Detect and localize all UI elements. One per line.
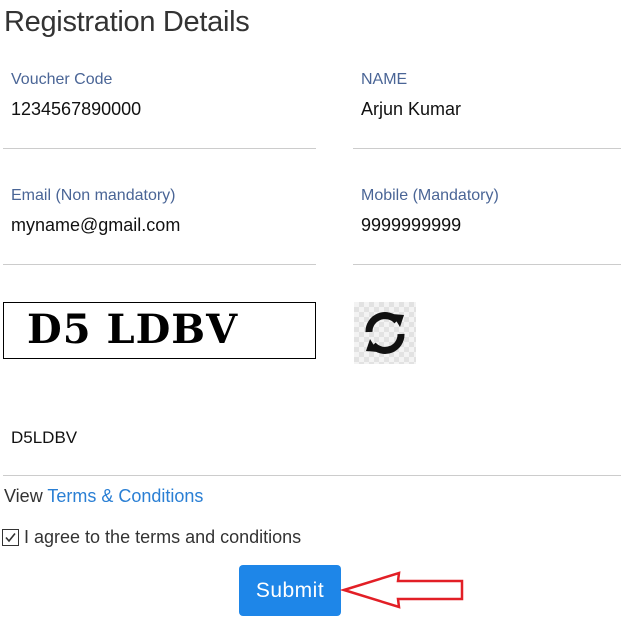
captcha-image-text: D5 LDBV — [27, 306, 239, 353]
refresh-captcha-button[interactable] — [354, 302, 416, 364]
agree-label: I agree to the terms and conditions — [24, 527, 302, 547]
email-underline — [3, 264, 316, 265]
name-field[interactable]: NAME Arjun Kumar — [353, 71, 621, 151]
name-label: NAME — [361, 71, 408, 88]
agree-terms-row[interactable]: I agree to the terms and conditions — [2, 527, 301, 548]
name-input[interactable]: Arjun Kumar — [361, 99, 461, 120]
captcha-image: D5 LDBV — [3, 302, 316, 359]
refresh-icon — [365, 312, 405, 354]
email-field[interactable]: Email (Non mandatory) myname@gmail.com — [3, 187, 316, 267]
arrow-annotation-icon — [340, 571, 464, 609]
captcha-answer-field[interactable]: D5LDBV — [3, 425, 621, 476]
page-title: Registration Details — [4, 6, 250, 38]
terms-row: View Terms & Conditions — [4, 486, 203, 507]
checkmark-icon — [5, 533, 16, 543]
name-underline — [353, 148, 621, 149]
mobile-field[interactable]: Mobile (Mandatory) 9999999999 — [353, 187, 621, 267]
voucher-code-field[interactable]: Voucher Code 1234567890000 — [3, 71, 316, 151]
voucher-code-input[interactable]: 1234567890000 — [11, 99, 141, 120]
mobile-underline — [353, 264, 621, 265]
mobile-input[interactable]: 9999999999 — [361, 215, 461, 236]
email-label: Email (Non mandatory) — [11, 187, 176, 204]
captcha-answer-input[interactable]: D5LDBV — [11, 428, 77, 448]
voucher-code-underline — [3, 148, 316, 149]
terms-conditions-link[interactable]: Terms & Conditions — [47, 486, 203, 506]
mobile-label: Mobile (Mandatory) — [361, 187, 499, 204]
submit-button[interactable]: Submit — [239, 565, 341, 616]
agree-checkbox[interactable] — [2, 529, 19, 546]
voucher-code-label: Voucher Code — [11, 71, 113, 88]
email-input[interactable]: myname@gmail.com — [11, 215, 180, 236]
terms-prefix: View — [4, 486, 48, 506]
